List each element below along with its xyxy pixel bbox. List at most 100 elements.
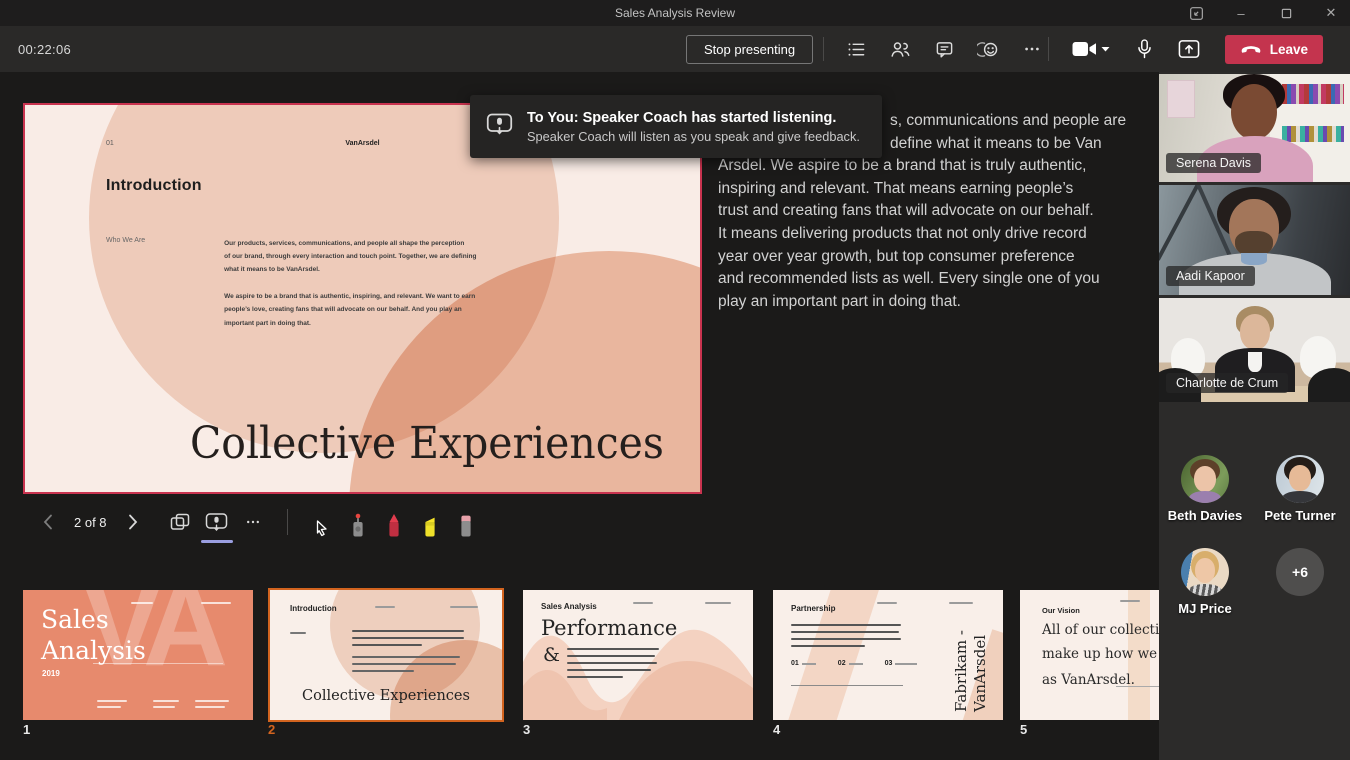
- share-screen-icon[interactable]: [1172, 32, 1206, 66]
- current-slide-preview: 01 VanArsdel Introduction Who We Are Our…: [23, 103, 702, 494]
- slide-position: 2 of 8: [74, 515, 107, 530]
- participant-name-label: Serena Davis: [1166, 153, 1261, 173]
- more-icon[interactable]: [238, 505, 268, 539]
- slide-heading: Introduction: [106, 177, 202, 195]
- stop-presenting-button[interactable]: Stop presenting: [686, 35, 813, 64]
- thumbnail-number: 1: [23, 722, 30, 737]
- window-controls: – ✕: [1187, 0, 1340, 26]
- thumbnail-number: 4: [773, 722, 780, 737]
- toolbar-right-group: Leave: [1038, 26, 1323, 72]
- overflow-participants-badge[interactable]: +6: [1276, 548, 1324, 596]
- decor-line: [1116, 686, 1159, 687]
- speaker-coach-icon[interactable]: [202, 505, 232, 539]
- illustration-shape: [1240, 314, 1270, 350]
- reactions-icon[interactable]: [971, 32, 1005, 66]
- thumbnail-number: 5: [1020, 722, 1027, 737]
- meeting-timer: 00:22:06: [18, 26, 71, 72]
- grid-view-icon[interactable]: [166, 505, 196, 539]
- slide-thumbnail-2-selected[interactable]: Introduction Collective Experiences: [268, 588, 504, 722]
- illustration-shape: [1289, 465, 1311, 491]
- notes-icon[interactable]: [839, 32, 873, 66]
- slide-thumbnail-5[interactable]: Our Vision All of our collective make up…: [1020, 590, 1159, 720]
- thumbnail-number: 3: [523, 722, 530, 737]
- illustration-shape: [1231, 84, 1277, 140]
- pen-icon[interactable]: [380, 505, 408, 539]
- titlebar: Sales Analysis Review – ✕: [0, 0, 1350, 26]
- thumbnail-year: 2019: [42, 669, 60, 678]
- teams-meeting-window: Sales Analysis Review – ✕ 00:22:06 Stop …: [0, 0, 1350, 760]
- laser-pointer-icon[interactable]: [344, 505, 372, 539]
- slide-section-label: Who We Are: [106, 237, 145, 244]
- participant-name-label: Beth Davies: [1159, 508, 1251, 523]
- illustration-shape: [1167, 80, 1195, 118]
- video-tile-charlotte[interactable]: Charlotte de Crum: [1159, 298, 1350, 402]
- slide-thumbnail-1[interactable]: VA SalesAnalysis 2019: [23, 590, 253, 720]
- close-icon[interactable]: ✕: [1322, 4, 1340, 22]
- speaker-coach-toast[interactable]: To You: Speaker Coach has started listen…: [470, 95, 882, 158]
- slide-body-text: Our products, services, communications, …: [224, 237, 476, 330]
- people-icon[interactable]: [883, 32, 917, 66]
- illustration-shape: [1194, 466, 1216, 492]
- toast-title: To You: Speaker Coach has started listen…: [527, 110, 860, 126]
- thumbnail-text-line: All of our collective: [1042, 622, 1159, 638]
- placeholder-text-lines: [1120, 600, 1140, 602]
- thumbnail-title: Performance: [541, 616, 677, 640]
- slide-thumbnail-3[interactable]: Sales Analysis Performance &: [523, 590, 753, 720]
- thumbnail-ampersand: &: [543, 644, 560, 666]
- maximize-icon[interactable]: [1277, 4, 1295, 22]
- illustration-shape: [1282, 84, 1344, 104]
- illustration-shape: [1282, 491, 1318, 503]
- mic-icon[interactable]: [1128, 32, 1162, 66]
- toast-subtitle: Speaker Coach will listen as you speak a…: [527, 129, 860, 144]
- illustration-shape: [1195, 558, 1215, 583]
- camera-caret-icon: [1101, 46, 1110, 52]
- coach-active-indicator: [201, 540, 233, 543]
- window-title: Sales Analysis Review: [615, 6, 735, 20]
- leave-label: Leave: [1270, 42, 1308, 57]
- video-tile-aadi[interactable]: Aadi Kapoor: [1159, 185, 1350, 295]
- thumbnail-vertical-title: Fabrikam - VanArsdel: [952, 598, 989, 712]
- participant-name-label: MJ Price: [1159, 601, 1251, 616]
- thumbnail-steps: 01 02 03: [791, 660, 917, 667]
- slide-title: Collective Experiences: [190, 418, 664, 469]
- decor-line: [93, 663, 223, 664]
- pop-out-icon[interactable]: [1187, 4, 1205, 22]
- toast-text: To You: Speaker Coach has started listen…: [527, 110, 860, 144]
- next-slide-icon[interactable]: [118, 505, 148, 539]
- thumbnail-heading: Our Vision: [1042, 606, 1080, 615]
- thumbnail-text-line: make up how we co: [1042, 646, 1159, 662]
- video-tile-serena[interactable]: Serena Davis: [1159, 74, 1350, 182]
- speaker-coach-icon: [486, 112, 513, 142]
- slide-thumbnail-4[interactable]: Partnership 01 02 03 Fabrikam - VanArsde…: [773, 590, 1003, 720]
- avatar-mj-price[interactable]: [1181, 548, 1229, 596]
- presentation-stage: 01 VanArsdel Introduction Who We Are Our…: [0, 72, 1159, 760]
- thumbnail-heading: Partnership: [791, 604, 835, 613]
- chat-icon[interactable]: [927, 32, 961, 66]
- thumbnail-heading: Sales Analysis: [541, 602, 597, 611]
- hangup-icon: [1240, 45, 1262, 54]
- minimize-icon[interactable]: –: [1232, 4, 1250, 22]
- decor-line: [791, 685, 903, 686]
- illustration-shape: [1188, 584, 1222, 596]
- thumbnail-title: SalesAnalysis: [41, 604, 146, 667]
- avatar-pete-turner[interactable]: [1276, 455, 1324, 503]
- eraser-icon[interactable]: [452, 505, 480, 539]
- thumbnail-heading: Introduction: [290, 604, 337, 613]
- avatar-beth-davies[interactable]: [1181, 455, 1229, 503]
- participants-panel: Serena Davis Aadi Kapoor Charlotte de Cr…: [1159, 72, 1350, 760]
- meeting-toolbar: 00:22:06 Stop presenting: [0, 26, 1350, 72]
- highlighter-icon[interactable]: [416, 505, 444, 539]
- toolbar-divider: [823, 37, 824, 61]
- camera-button[interactable]: [1067, 32, 1115, 66]
- participant-name-label: Charlotte de Crum: [1166, 373, 1288, 393]
- illustration-shape: [1159, 185, 1202, 261]
- participant-name-label: Pete Turner: [1254, 508, 1346, 523]
- thumbnail-title: Collective Experiences: [270, 688, 502, 704]
- nav-divider: [287, 509, 288, 535]
- toolbar-center-group: Stop presenting: [686, 26, 1054, 72]
- prev-slide-icon[interactable]: [33, 505, 63, 539]
- toolbar-divider: [1048, 37, 1049, 61]
- leave-button[interactable]: Leave: [1225, 35, 1323, 64]
- pointer-icon[interactable]: [308, 505, 336, 539]
- illustration-shape: [1282, 126, 1344, 142]
